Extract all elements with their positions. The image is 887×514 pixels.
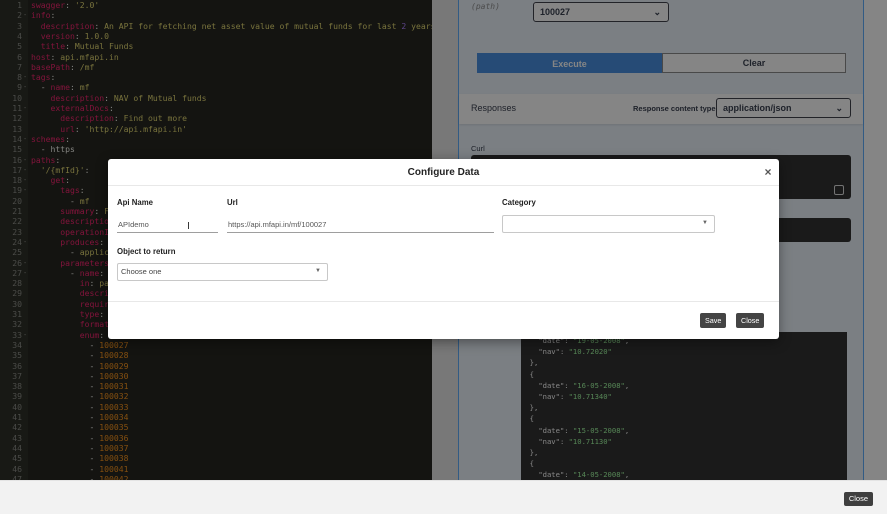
modal-header-divider bbox=[108, 185, 779, 186]
api-name-input[interactable]: APIdemo bbox=[117, 219, 218, 233]
bottom-bar: Close bbox=[0, 480, 887, 514]
category-label: Category bbox=[502, 198, 536, 207]
modal-footer-divider bbox=[108, 301, 779, 302]
modal-title: Configure Data bbox=[407, 167, 480, 178]
object-placeholder: Choose one bbox=[121, 267, 162, 276]
save-button[interactable]: Save bbox=[700, 313, 727, 328]
object-to-return-label: Object to return bbox=[117, 247, 176, 256]
url-input[interactable]: https://api.mfapi.in/mf/100027 bbox=[227, 219, 494, 233]
url-label: Url bbox=[227, 198, 238, 207]
object-to-return-select[interactable]: Choose one ▼ bbox=[117, 263, 328, 281]
category-select[interactable]: ▼ bbox=[502, 215, 715, 233]
close-icon[interactable]: × bbox=[762, 165, 774, 179]
footer-close-button[interactable]: Close bbox=[843, 492, 873, 506]
caret-down-icon: ▼ bbox=[315, 268, 321, 274]
caret-down-icon: ▼ bbox=[702, 220, 708, 226]
text-cursor-icon: I bbox=[187, 221, 190, 232]
configure-data-modal: Configure Data × Api Name APIdemo I Url … bbox=[108, 159, 779, 339]
api-name-label: Api Name bbox=[117, 198, 153, 207]
close-button[interactable]: Close bbox=[736, 313, 765, 328]
